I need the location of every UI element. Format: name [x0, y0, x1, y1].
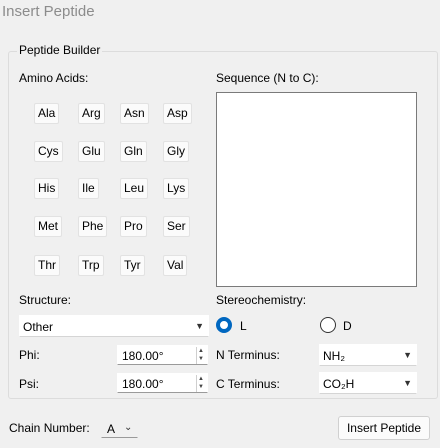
- peptide-builder-title: Peptide Builder: [17, 43, 103, 57]
- stepper-down-icon[interactable]: ▼: [197, 355, 205, 363]
- aa-button-asp[interactable]: Asp: [163, 103, 192, 124]
- aa-button-ser[interactable]: Ser: [163, 216, 190, 237]
- aa-button-tyr[interactable]: Tyr: [120, 255, 145, 276]
- psi-label: Psi:: [19, 377, 40, 391]
- chain-number-value: A: [107, 422, 116, 436]
- aa-button-arg[interactable]: Arg: [78, 103, 105, 124]
- aa-button-lys[interactable]: Lys: [163, 178, 190, 199]
- sequence-text-area[interactable]: [216, 92, 417, 287]
- aa-button-his[interactable]: His: [34, 178, 60, 199]
- aa-button-pro[interactable]: Pro: [120, 216, 147, 237]
- c-terminus-label: C Terminus:: [216, 377, 280, 391]
- aa-button-gly[interactable]: Gly: [163, 141, 189, 162]
- sequence-label: Sequence (N to C):: [216, 71, 319, 85]
- aa-button-met[interactable]: Met: [34, 216, 63, 237]
- phi-value: 180.00°: [122, 349, 164, 363]
- psi-stepper[interactable]: ▲ ▼: [196, 375, 205, 392]
- stereo-d-radio[interactable]: [320, 317, 336, 333]
- chevron-down-icon: ▼: [403, 378, 412, 388]
- c-terminus-dropdown[interactable]: CO₂H ▼: [319, 372, 417, 394]
- c-terminus-value: CO₂H: [323, 377, 355, 391]
- stepper-down-icon[interactable]: ▼: [197, 383, 205, 391]
- phi-stepper[interactable]: ▲ ▼: [196, 347, 205, 364]
- stepper-up-icon[interactable]: ▲: [197, 347, 205, 355]
- phi-spinbox[interactable]: 180.00° ▲ ▼: [117, 345, 208, 365]
- chevron-down-icon: ⌄: [124, 422, 133, 433]
- aa-button-trp[interactable]: Trp: [78, 255, 104, 276]
- insert-peptide-button[interactable]: Insert Peptide: [338, 416, 430, 440]
- chain-number-dropdown[interactable]: A ⌄: [101, 418, 138, 438]
- aa-button-thr[interactable]: Thr: [34, 255, 60, 276]
- stereo-l-label: L: [240, 319, 247, 333]
- aa-button-cys[interactable]: Cys: [34, 141, 63, 162]
- aa-button-gln[interactable]: Gln: [120, 141, 147, 162]
- amino-acids-label: Amino Acids:: [19, 71, 89, 85]
- structure-dropdown[interactable]: Other ▼: [19, 315, 209, 337]
- chevron-down-icon: ▼: [403, 350, 412, 360]
- aa-button-val[interactable]: Val: [163, 255, 188, 276]
- n-terminus-dropdown[interactable]: NH₂ ▼: [319, 344, 417, 366]
- stereo-d-label: D: [343, 319, 352, 333]
- stepper-up-icon[interactable]: ▲: [197, 375, 205, 383]
- psi-spinbox[interactable]: 180.00° ▲ ▼: [117, 373, 208, 393]
- aa-button-ile[interactable]: Ile: [78, 178, 99, 199]
- chain-number-label: Chain Number:: [9, 421, 90, 435]
- structure-label: Structure:: [19, 293, 72, 307]
- n-terminus-value: NH₂: [323, 349, 345, 363]
- window-title: Insert Peptide: [2, 3, 95, 20]
- structure-value: Other: [23, 320, 54, 334]
- title-bar: Insert Peptide: [0, 0, 440, 26]
- psi-value: 180.00°: [122, 377, 164, 391]
- stereo-l-radio[interactable]: [216, 317, 232, 333]
- aa-button-ala[interactable]: Ala: [34, 103, 60, 124]
- aa-button-glu[interactable]: Glu: [78, 141, 105, 162]
- chevron-down-icon: ▼: [195, 321, 204, 331]
- aa-button-leu[interactable]: Leu: [120, 178, 149, 199]
- aa-button-phe[interactable]: Phe: [78, 216, 108, 237]
- stereochemistry-label: Stereochemistry:: [216, 293, 307, 307]
- n-terminus-label: N Terminus:: [216, 348, 280, 362]
- aa-button-asn[interactable]: Asn: [120, 103, 149, 124]
- phi-label: Phi:: [19, 348, 40, 362]
